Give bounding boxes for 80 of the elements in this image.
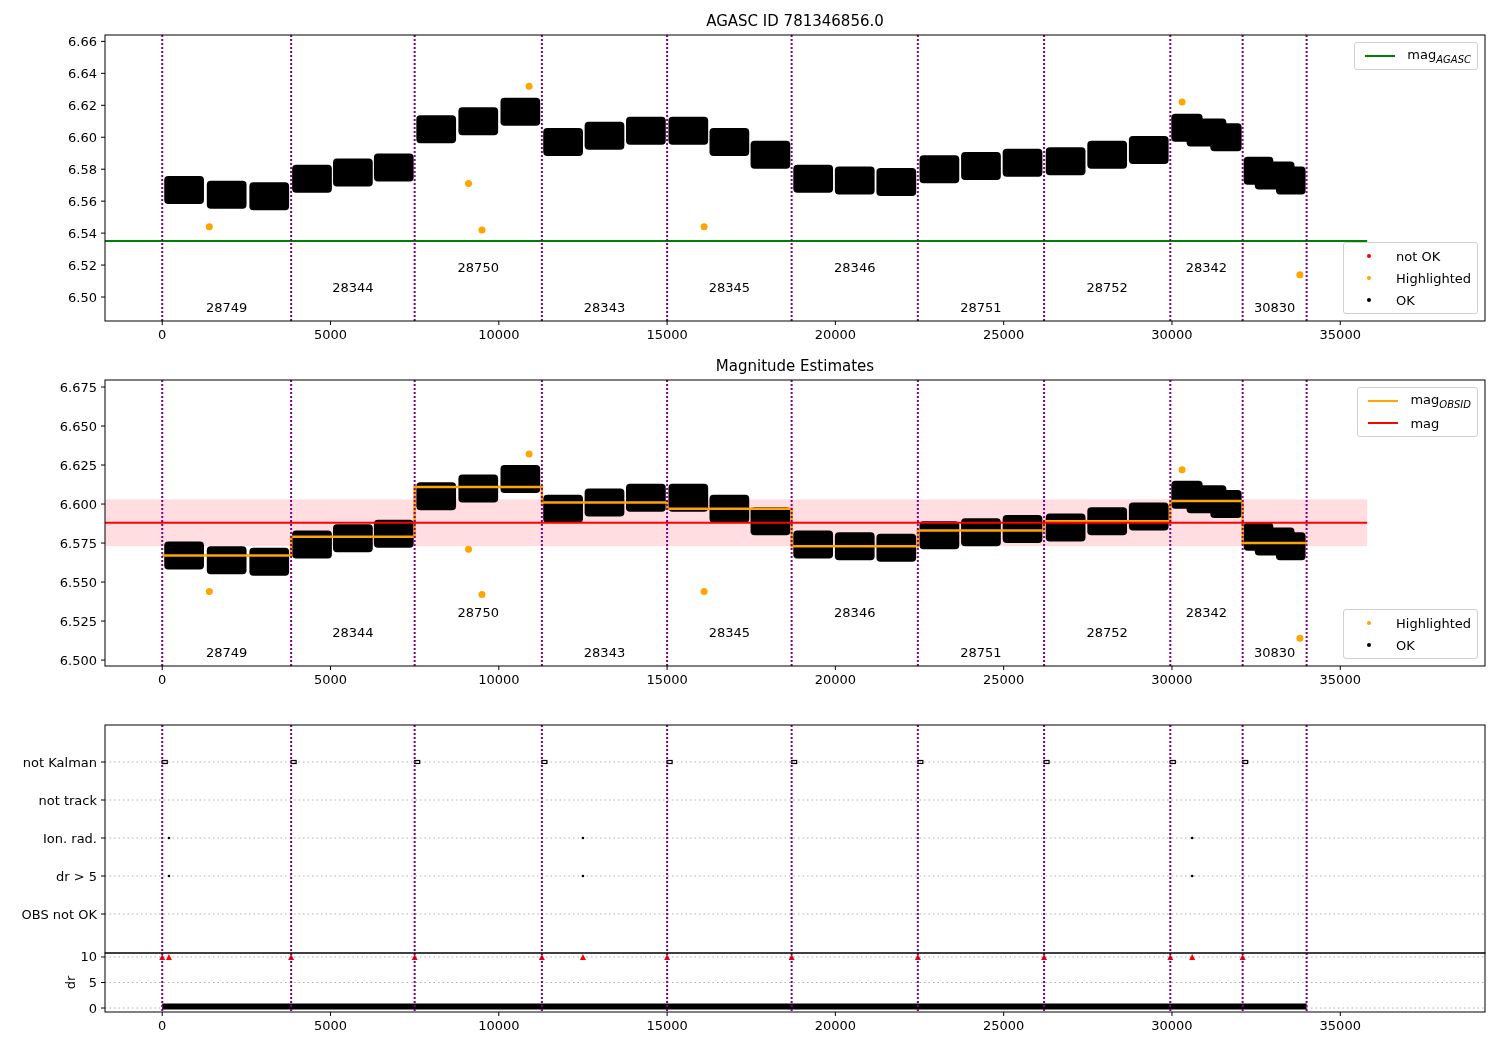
tick-label: 6.60 bbox=[68, 129, 97, 145]
obsid-label: 28751 bbox=[960, 644, 1002, 660]
flag-label: Ion. rad. bbox=[43, 830, 97, 846]
legend-label: OK bbox=[1396, 292, 1415, 308]
tick-label: 6.525 bbox=[59, 613, 97, 629]
tick-label: 0 bbox=[88, 1000, 97, 1016]
tick-label: 6.62 bbox=[68, 97, 97, 113]
obsid-label: 28345 bbox=[708, 624, 751, 640]
tick-label: 0 bbox=[158, 1018, 167, 1033]
tick-label: 5000 bbox=[313, 672, 348, 687]
tick-label: 5000 bbox=[313, 1018, 348, 1033]
obsid-label: 28344 bbox=[332, 624, 374, 640]
tick-label: 35000 bbox=[1319, 1018, 1361, 1033]
obsid-label: 28342 bbox=[1185, 259, 1228, 275]
chart-title: AGASC ID 781346856.0 bbox=[706, 12, 884, 30]
tick-label: 6.66 bbox=[68, 33, 97, 49]
tick-label: 6.575 bbox=[59, 535, 97, 551]
legend-label: mag$_{AGASC}$ bbox=[1407, 47, 1471, 65]
tick-label: 20000 bbox=[814, 1018, 857, 1033]
tick-label: 10 bbox=[80, 949, 97, 965]
flag-label: OBS not OK bbox=[21, 906, 97, 922]
legend-label: mag$_{OBSID}$ bbox=[1410, 392, 1471, 410]
tick-label: 6.625 bbox=[59, 457, 97, 473]
obsid-label: 28749 bbox=[206, 644, 248, 660]
tick-label: 25000 bbox=[983, 1018, 1025, 1033]
tick-label: 10000 bbox=[478, 1018, 520, 1033]
tick-label: 6.550 bbox=[59, 574, 97, 590]
tick-label: 6.54 bbox=[68, 225, 97, 241]
obsid-label: 28343 bbox=[583, 644, 626, 660]
tick-label: 6.52 bbox=[68, 257, 97, 273]
tick-label: 30000 bbox=[1151, 672, 1193, 687]
obsid-label: 28346 bbox=[834, 604, 876, 620]
tick-label: 5 bbox=[88, 975, 97, 990]
obsid-label: 28750 bbox=[457, 604, 499, 620]
tick-label: 35000 bbox=[1319, 327, 1361, 342]
legend-label: OK bbox=[1396, 637, 1415, 653]
tick-label: 20000 bbox=[814, 327, 857, 342]
tick-label: 10000 bbox=[478, 327, 520, 342]
tick-label: 6.600 bbox=[59, 496, 97, 512]
tick-label: 25000 bbox=[983, 327, 1025, 342]
obsid-label: 28344 bbox=[332, 279, 374, 295]
obsid-label: 28343 bbox=[583, 299, 626, 315]
legend-label: Highlighted bbox=[1396, 615, 1471, 631]
tick-label: 6.650 bbox=[59, 418, 97, 434]
tick-label: 20000 bbox=[814, 672, 857, 687]
tick-label: 6.58 bbox=[68, 161, 97, 177]
obsid-label: 28751 bbox=[960, 299, 1002, 315]
obsid-label: 28752 bbox=[1086, 279, 1128, 295]
obsid-label: 30830 bbox=[1253, 299, 1296, 315]
tick-label: 15000 bbox=[646, 672, 688, 687]
tick-label: 25000 bbox=[983, 672, 1025, 687]
tick-label: 0 bbox=[158, 327, 167, 342]
obsid-label: 30830 bbox=[1253, 644, 1296, 660]
flag-label: dr > 5 bbox=[55, 868, 97, 884]
tick-label: 10000 bbox=[478, 672, 520, 687]
tick-label: 15000 bbox=[646, 327, 688, 342]
tick-label: 6.50 bbox=[68, 289, 97, 305]
tick-label: 6.500 bbox=[59, 652, 97, 668]
obsid-label: 28752 bbox=[1086, 624, 1128, 640]
tick-label: 6.56 bbox=[68, 193, 97, 209]
flag-label: not track bbox=[38, 792, 97, 808]
tick-label: 6.64 bbox=[68, 65, 97, 81]
flag-label: not Kalman bbox=[22, 754, 97, 770]
legend-label: Highlighted bbox=[1396, 270, 1471, 286]
tick-label: 0 bbox=[158, 672, 167, 687]
tick-label: 5000 bbox=[313, 327, 348, 342]
tick-label: 30000 bbox=[1151, 327, 1193, 342]
axis-label: dr bbox=[62, 975, 78, 990]
obsid-label: 28345 bbox=[708, 279, 751, 295]
tick-label: 35000 bbox=[1319, 672, 1361, 687]
tick-label: 30000 bbox=[1151, 1018, 1193, 1033]
chart-title: Magnitude Estimates bbox=[715, 357, 875, 375]
obsid-label: 28342 bbox=[1185, 604, 1228, 620]
legend-label: not OK bbox=[1396, 248, 1441, 264]
tick-label: 6.675 bbox=[59, 379, 97, 395]
obsid-label: 28750 bbox=[457, 259, 499, 275]
obsid-label: 28749 bbox=[206, 299, 248, 315]
legend-label: mag bbox=[1410, 415, 1440, 431]
obsid-label: 28346 bbox=[834, 259, 876, 275]
tick-label: 15000 bbox=[646, 1018, 688, 1033]
